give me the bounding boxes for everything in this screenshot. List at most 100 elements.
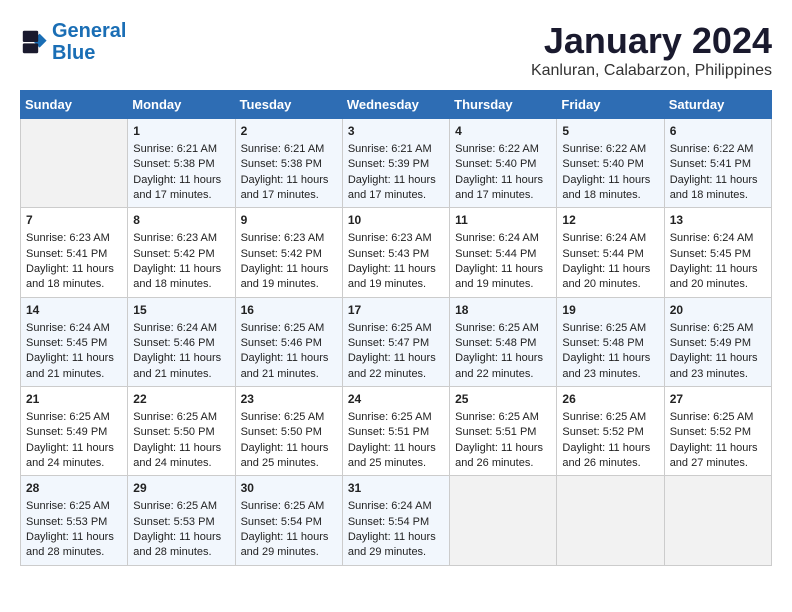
- daylight-hours: Daylight: 11 hours and 22 minutes.: [455, 351, 551, 382]
- calendar-table: SundayMondayTuesdayWednesdayThursdayFrid…: [20, 90, 772, 566]
- day-number: 25: [455, 391, 551, 408]
- calendar-cell: 4Sunrise: 6:22 AMSunset: 5:40 PMDaylight…: [450, 119, 557, 208]
- calendar-cell: 22Sunrise: 6:25 AMSunset: 5:50 PMDayligh…: [128, 387, 235, 476]
- logo-line1: General: [52, 20, 126, 42]
- daylight-hours: Daylight: 11 hours and 24 minutes.: [133, 441, 229, 472]
- day-number: 15: [133, 302, 229, 319]
- month-title: January 2024: [531, 20, 772, 62]
- sunrise-time: Sunrise: 6:21 AM: [348, 142, 444, 157]
- sunset-time: Sunset: 5:49 PM: [26, 425, 122, 440]
- day-number: 10: [348, 212, 444, 229]
- sunrise-time: Sunrise: 6:24 AM: [455, 231, 551, 246]
- calendar-cell: 21Sunrise: 6:25 AMSunset: 5:49 PMDayligh…: [21, 387, 128, 476]
- sunrise-time: Sunrise: 6:25 AM: [455, 410, 551, 425]
- day-header-wednesday: Wednesday: [342, 91, 449, 119]
- daylight-hours: Daylight: 11 hours and 26 minutes.: [562, 441, 658, 472]
- sunset-time: Sunset: 5:48 PM: [455, 336, 551, 351]
- sunrise-time: Sunrise: 6:25 AM: [670, 410, 766, 425]
- day-number: 8: [133, 212, 229, 229]
- daylight-hours: Daylight: 11 hours and 17 minutes.: [241, 173, 337, 204]
- calendar-cell: 26Sunrise: 6:25 AMSunset: 5:52 PMDayligh…: [557, 387, 664, 476]
- day-number: 2: [241, 123, 337, 140]
- day-number: 3: [348, 123, 444, 140]
- calendar-cell: 3Sunrise: 6:21 AMSunset: 5:39 PMDaylight…: [342, 119, 449, 208]
- calendar-cell: 11Sunrise: 6:24 AMSunset: 5:44 PMDayligh…: [450, 208, 557, 297]
- logo-line2: Blue: [52, 42, 95, 64]
- daylight-hours: Daylight: 11 hours and 17 minutes.: [133, 173, 229, 204]
- day-header-monday: Monday: [128, 91, 235, 119]
- calendar-cell: 9Sunrise: 6:23 AMSunset: 5:42 PMDaylight…: [235, 208, 342, 297]
- day-number: 22: [133, 391, 229, 408]
- sunset-time: Sunset: 5:44 PM: [455, 247, 551, 262]
- sunrise-time: Sunrise: 6:24 AM: [562, 231, 658, 246]
- logo: General Blue: [20, 20, 126, 64]
- calendar-cell: 25Sunrise: 6:25 AMSunset: 5:51 PMDayligh…: [450, 387, 557, 476]
- sunset-time: Sunset: 5:51 PM: [455, 425, 551, 440]
- day-number: 11: [455, 212, 551, 229]
- sunset-time: Sunset: 5:41 PM: [26, 247, 122, 262]
- calendar-cell: 7Sunrise: 6:23 AMSunset: 5:41 PMDaylight…: [21, 208, 128, 297]
- sunrise-time: Sunrise: 6:24 AM: [670, 231, 766, 246]
- day-header-tuesday: Tuesday: [235, 91, 342, 119]
- day-header-sunday: Sunday: [21, 91, 128, 119]
- daylight-hours: Daylight: 11 hours and 28 minutes.: [26, 530, 122, 561]
- calendar-header-row: SundayMondayTuesdayWednesdayThursdayFrid…: [21, 91, 772, 119]
- day-number: 20: [670, 302, 766, 319]
- calendar-cell: 20Sunrise: 6:25 AMSunset: 5:49 PMDayligh…: [664, 297, 771, 386]
- sunrise-time: Sunrise: 6:22 AM: [670, 142, 766, 157]
- day-number: 18: [455, 302, 551, 319]
- calendar-week-4: 21 Sunrise: 6:25 AM Sunset: 5:49 PM Dayligh…: [21, 387, 772, 476]
- sunset-time: Sunset: 5:45 PM: [670, 247, 766, 262]
- day-number: 24: [348, 391, 444, 408]
- daylight-hours: Daylight: 11 hours and 17 minutes.: [455, 173, 551, 204]
- sunrise-time: Sunrise: 6:23 AM: [26, 231, 122, 246]
- sunset-time: Sunset: 5:53 PM: [133, 515, 229, 530]
- calendar-cell: 15Sunrise: 6:24 AMSunset: 5:46 PMDayligh…: [128, 297, 235, 386]
- day-header-friday: Friday: [557, 91, 664, 119]
- logo-text: General Blue: [52, 20, 126, 64]
- calendar-cell: 24Sunrise: 6:25 AMSunset: 5:51 PMDayligh…: [342, 387, 449, 476]
- day-number: 7: [26, 212, 122, 229]
- day-number: 16: [241, 302, 337, 319]
- day-number: 26: [562, 391, 658, 408]
- sunrise-time: Sunrise: 6:22 AM: [562, 142, 658, 157]
- sunrise-time: Sunrise: 6:25 AM: [241, 410, 337, 425]
- daylight-hours: Daylight: 11 hours and 20 minutes.: [562, 262, 658, 293]
- calendar-cell: [557, 476, 664, 565]
- sunrise-time: Sunrise: 6:24 AM: [26, 321, 122, 336]
- calendar-cell: 12Sunrise: 6:24 AMSunset: 5:44 PMDayligh…: [557, 208, 664, 297]
- day-number: 21: [26, 391, 122, 408]
- sunset-time: Sunset: 5:50 PM: [241, 425, 337, 440]
- daylight-hours: Daylight: 11 hours and 18 minutes.: [133, 262, 229, 293]
- calendar-cell: 18Sunrise: 6:25 AMSunset: 5:48 PMDayligh…: [450, 297, 557, 386]
- sunrise-time: Sunrise: 6:25 AM: [348, 321, 444, 336]
- sunset-time: Sunset: 5:40 PM: [562, 157, 658, 172]
- sunset-time: Sunset: 5:40 PM: [455, 157, 551, 172]
- calendar-week-5: 28Sunrise: 6:25 AMSunset: 5:53 PMDayligh…: [21, 476, 772, 565]
- sunset-time: Sunset: 5:45 PM: [26, 336, 122, 351]
- sunset-time: Sunset: 5:38 PM: [133, 157, 229, 172]
- calendar-cell: [450, 476, 557, 565]
- sunset-time: Sunset: 5:52 PM: [670, 425, 766, 440]
- day-number: 14: [26, 302, 122, 319]
- calendar-cell: 1Sunrise: 6:21 AMSunset: 5:38 PMDaylight…: [128, 119, 235, 208]
- sunset-time: Sunset: 5:51 PM: [348, 425, 444, 440]
- sunset-time: Sunset: 5:46 PM: [241, 336, 337, 351]
- calendar-cell: [21, 119, 128, 208]
- sunset-time: Sunset: 5:49 PM: [670, 336, 766, 351]
- sunrise-time: Sunrise: 6:25 AM: [241, 321, 337, 336]
- sunrise-time: Sunrise: 6:25 AM: [562, 410, 658, 425]
- day-number: 1: [133, 123, 229, 140]
- calendar-week-2: 7 Sunrise: 6:23 AMSunset: 5:41 PM Daylight…: [21, 208, 772, 297]
- day-number: 12: [562, 212, 658, 229]
- sunrise-time: Sunrise: 6:25 AM: [562, 321, 658, 336]
- sunset-time: Sunset: 5:39 PM: [348, 157, 444, 172]
- day-header-thursday: Thursday: [450, 91, 557, 119]
- daylight-hours: Daylight: 11 hours and 19 minutes.: [241, 262, 337, 293]
- sunrise-time: Sunrise: 6:24 AM: [348, 499, 444, 514]
- sunset-time: Sunset: 5:54 PM: [241, 515, 337, 530]
- calendar-cell: [664, 476, 771, 565]
- daylight-hours: Daylight: 11 hours and 27 minutes.: [670, 441, 766, 472]
- sunset-time: Sunset: 5:43 PM: [348, 247, 444, 262]
- sunset-time: Sunset: 5:38 PM: [241, 157, 337, 172]
